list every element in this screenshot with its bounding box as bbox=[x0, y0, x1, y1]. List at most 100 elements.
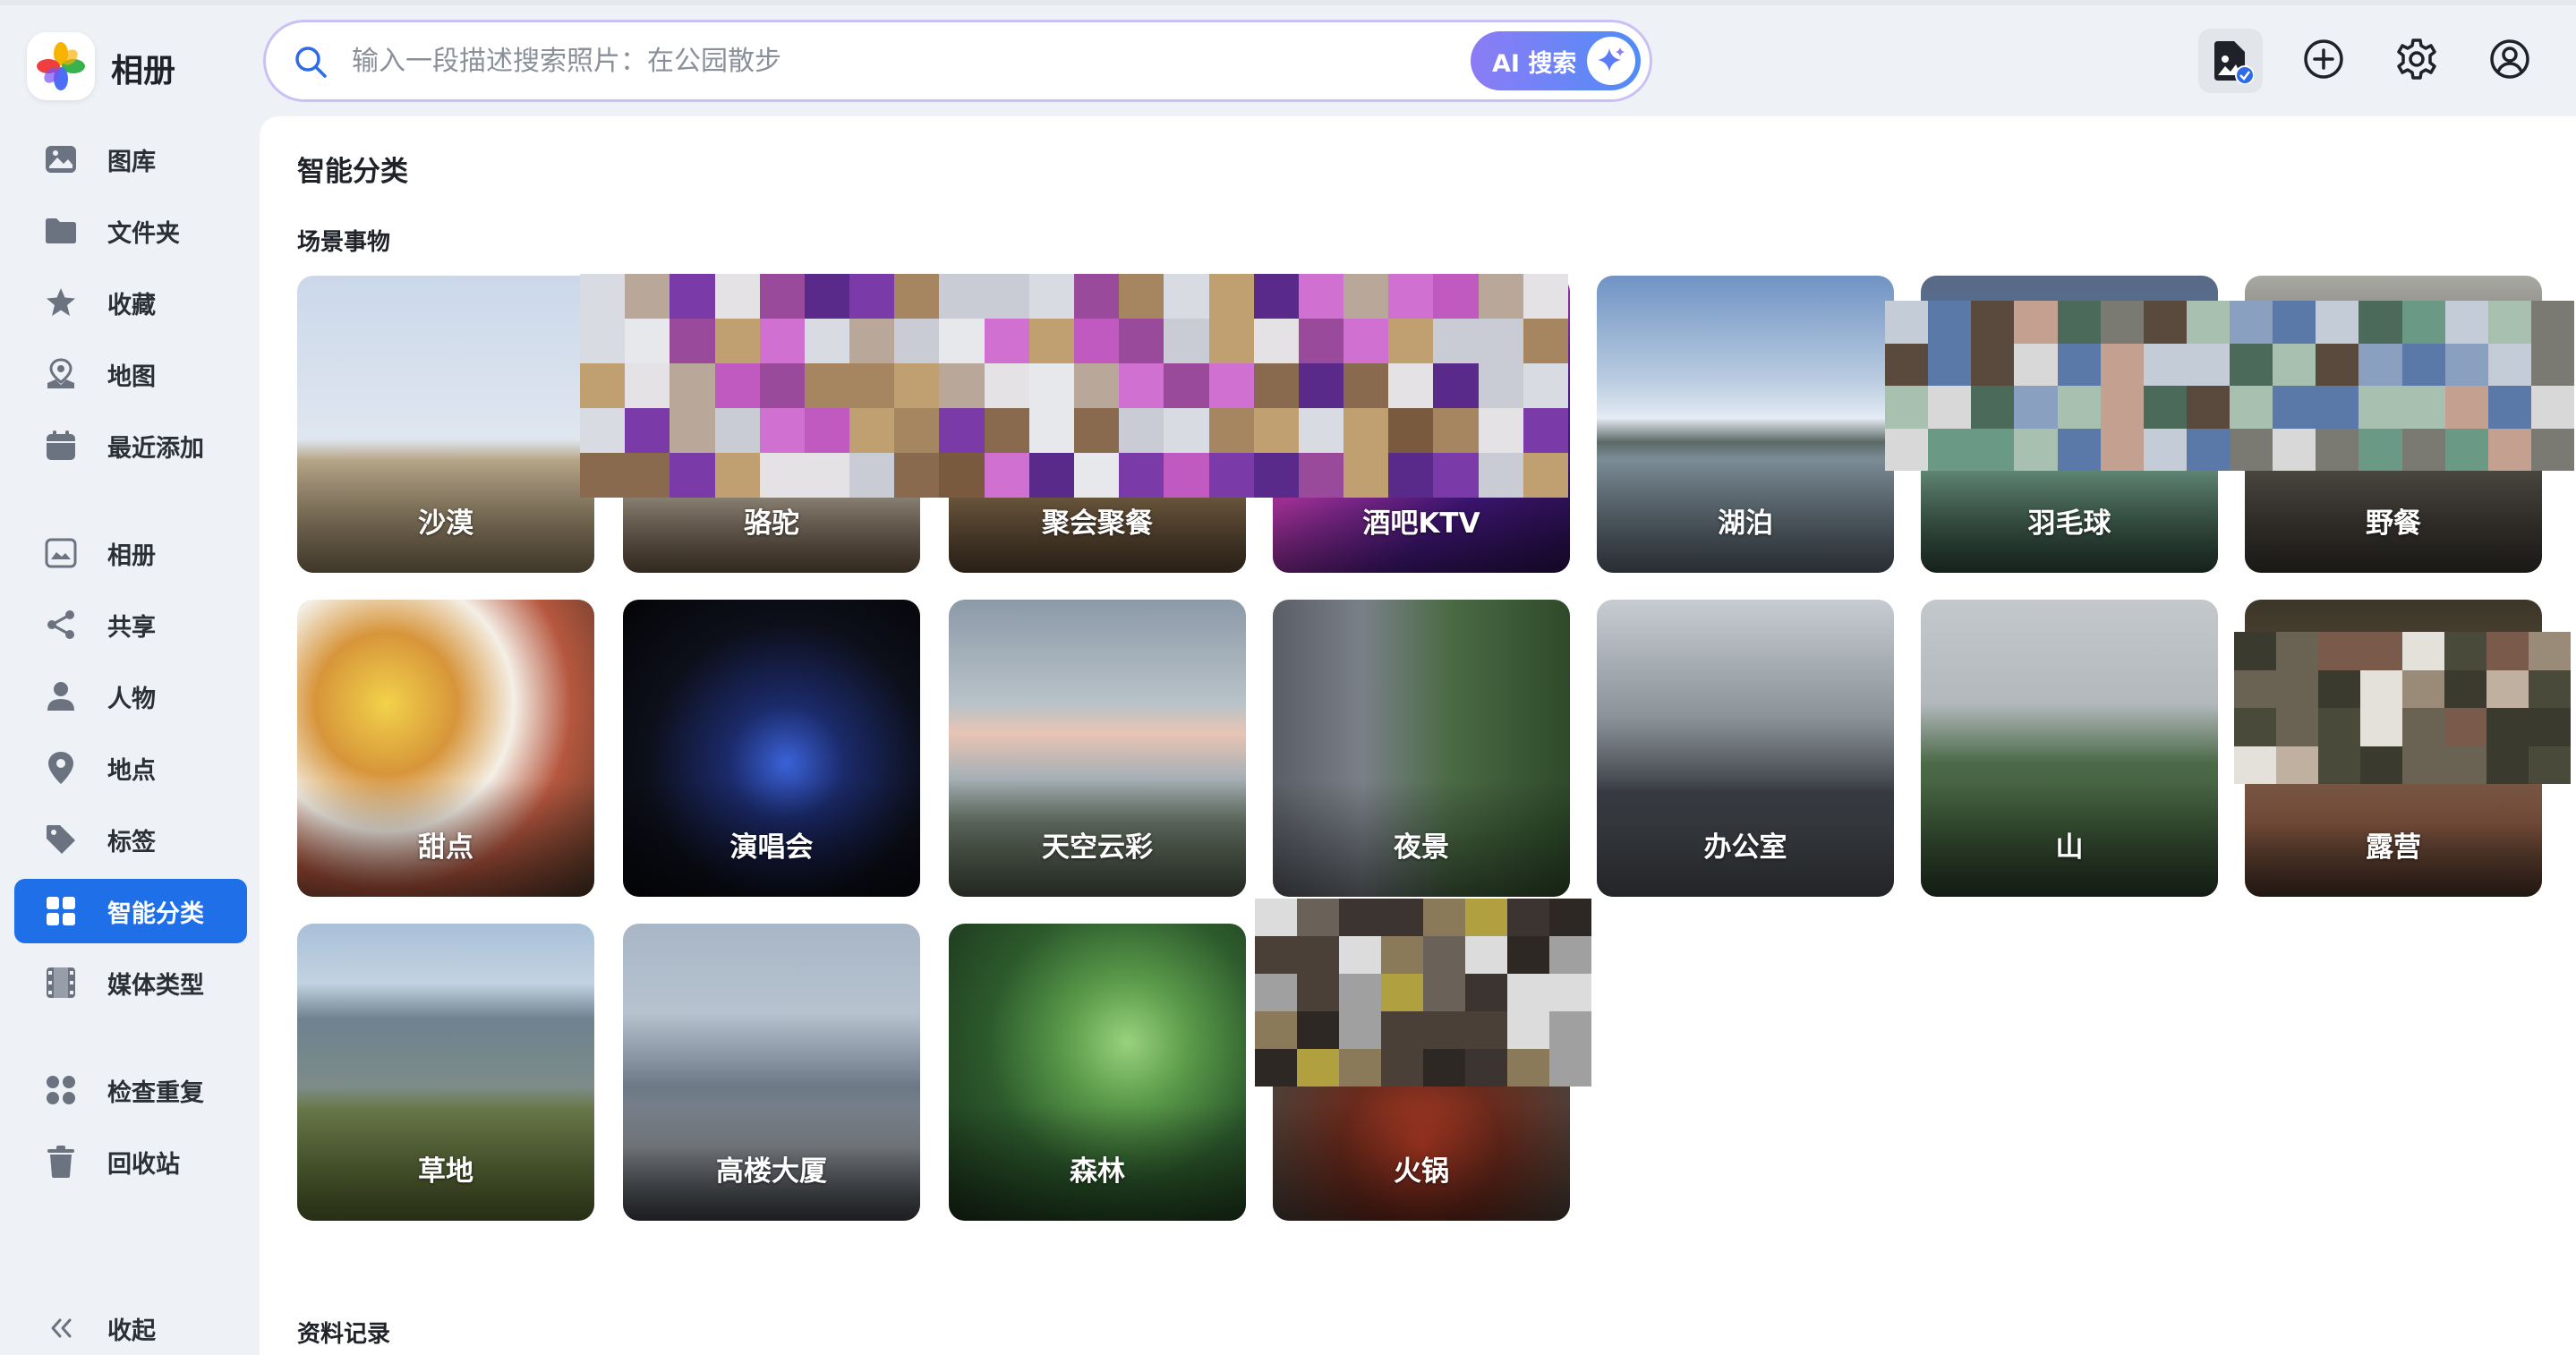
scene-tile-mountain[interactable]: 山 bbox=[1921, 600, 2218, 897]
sidebar-item-label: 智能分类 bbox=[107, 899, 204, 928]
mosaic-cell bbox=[1253, 408, 1299, 453]
scene-tile-forest[interactable]: 森林 bbox=[949, 924, 1246, 1221]
mosaic-cell bbox=[2316, 301, 2359, 344]
account-button[interactable] bbox=[2481, 32, 2538, 89]
mosaic-cell bbox=[804, 363, 850, 408]
mosaic-cell bbox=[2358, 428, 2402, 471]
mosaic-cell bbox=[1119, 363, 1164, 408]
mosaic-cell bbox=[1119, 319, 1164, 363]
sidebar-item-map[interactable]: 地图 bbox=[14, 342, 247, 406]
mosaic-cell bbox=[2186, 386, 2230, 429]
mosaic-cell bbox=[1971, 386, 2015, 429]
scene-label: 演唱会 bbox=[729, 831, 814, 864]
scene-tile-lake[interactable]: 湖泊 bbox=[1597, 276, 1894, 573]
mosaic-cell bbox=[1507, 899, 1549, 936]
mosaic-cell bbox=[1507, 1011, 1549, 1049]
sidebar-item-duplicates[interactable]: 检查重复 bbox=[14, 1058, 247, 1122]
mosaic-cell bbox=[1423, 899, 1465, 936]
mosaic-cell bbox=[1208, 319, 1254, 363]
mosaic-cell bbox=[2316, 428, 2359, 471]
mosaic-cell bbox=[1381, 936, 1423, 974]
sidebar-item-tags[interactable]: 标签 bbox=[14, 807, 247, 872]
sidebar-item-label: 人物 bbox=[107, 685, 156, 713]
mosaic-cell bbox=[1297, 1049, 1339, 1087]
mosaic-cell bbox=[1478, 453, 1523, 498]
mosaic-cell bbox=[1549, 1011, 1591, 1049]
mosaic-cell bbox=[1253, 363, 1299, 408]
scene-tile-office[interactable]: 办公室 bbox=[1597, 600, 1894, 897]
mosaic-cell bbox=[1074, 363, 1120, 408]
mosaic-cell bbox=[2530, 386, 2574, 429]
mosaic-cell bbox=[2318, 632, 2360, 670]
mosaic-cell bbox=[2100, 301, 2144, 344]
mosaic-cell bbox=[939, 363, 985, 408]
add-button[interactable] bbox=[2295, 32, 2352, 89]
mosaic-cell bbox=[580, 408, 626, 453]
sidebar-item-media-types[interactable]: 媒体类型 bbox=[14, 950, 247, 1015]
sidebar-item-people[interactable]: 人物 bbox=[14, 664, 247, 729]
ai-search-button[interactable]: AI 搜索 bbox=[1471, 31, 1641, 90]
film-icon bbox=[43, 965, 79, 1001]
sidebar-item-places[interactable]: 地点 bbox=[14, 736, 247, 800]
scene-label: 聚会聚餐 bbox=[1042, 507, 1153, 540]
sidebar-item-favorites[interactable]: 收藏 bbox=[14, 270, 247, 335]
scene-tile-dessert[interactable]: 甜点 bbox=[297, 600, 594, 897]
mosaic-cell bbox=[1928, 386, 1972, 429]
mosaic-cell bbox=[759, 408, 805, 453]
mosaic-cell bbox=[625, 408, 670, 453]
mosaic-cell bbox=[2234, 746, 2276, 784]
mosaic-cell bbox=[1507, 974, 1549, 1011]
mosaic-cell bbox=[2100, 428, 2144, 471]
sidebar-item-shared[interactable]: 共享 bbox=[14, 592, 247, 657]
sidebar-item-gallery[interactable]: 图库 bbox=[14, 127, 247, 192]
mosaic-cell bbox=[804, 319, 850, 363]
mosaic-cell bbox=[670, 453, 715, 498]
mosaic-cell bbox=[1549, 936, 1591, 974]
mosaic-cell bbox=[2444, 746, 2486, 784]
scene-label: 天空云彩 bbox=[1042, 831, 1153, 864]
scene-tile-high-rise[interactable]: 高楼大厦 bbox=[623, 924, 920, 1221]
mosaic-cell bbox=[1208, 363, 1254, 408]
scene-tile-grassland[interactable]: 草地 bbox=[297, 924, 594, 1221]
mosaic-cell bbox=[1074, 408, 1120, 453]
mosaic-cell bbox=[984, 319, 1029, 363]
mosaic-cell bbox=[984, 408, 1029, 453]
scene-tile-concert[interactable]: 演唱会 bbox=[623, 600, 920, 897]
mosaic-cell bbox=[1478, 363, 1523, 408]
mosaic-cell bbox=[1255, 899, 1297, 936]
scene-label: 办公室 bbox=[1703, 831, 1787, 864]
mosaic-cell bbox=[2401, 343, 2445, 386]
sidebar-item-albums[interactable]: 相册 bbox=[14, 521, 247, 585]
sidebar-item-folder[interactable]: 文件夹 bbox=[14, 199, 247, 263]
mosaic-cell bbox=[2273, 428, 2316, 471]
mosaic-cell bbox=[2100, 386, 2144, 429]
mosaic-cell bbox=[1164, 363, 1209, 408]
sidebar-item-recent[interactable]: 最近添加 bbox=[14, 413, 247, 478]
mosaic-cell bbox=[1119, 408, 1164, 453]
collapse-sidebar-button[interactable]: 收起 bbox=[14, 1296, 247, 1355]
mosaic-cell bbox=[2316, 343, 2359, 386]
mosaic-cell bbox=[2530, 343, 2574, 386]
mosaic-cell bbox=[1523, 274, 1568, 319]
mosaic-cell bbox=[1119, 453, 1164, 498]
sync-status-button[interactable] bbox=[2198, 29, 2263, 93]
search-bar: AI 搜索 bbox=[263, 20, 1652, 102]
settings-button[interactable] bbox=[2388, 32, 2445, 89]
sidebar-item-smart-categories[interactable]: 智能分类 bbox=[14, 879, 247, 943]
scene-label: 山 bbox=[2055, 831, 2084, 864]
section-title-scenes: 场景事物 bbox=[297, 229, 391, 256]
scene-label: 森林 bbox=[1070, 1155, 1125, 1188]
mosaic-cell bbox=[2401, 428, 2445, 471]
scene-tile-night-view[interactable]: 夜景 bbox=[1273, 600, 1570, 897]
mosaic-cell bbox=[2057, 386, 2101, 429]
scene-tile-desert[interactable]: 沙漠 bbox=[297, 276, 594, 573]
mosaic-cell bbox=[1381, 1011, 1423, 1049]
mosaic-cell bbox=[1074, 274, 1120, 319]
mosaic-cell bbox=[1549, 1049, 1591, 1087]
sidebar-item-trash[interactable]: 回收站 bbox=[14, 1129, 247, 1194]
sidebar-item-label: 标签 bbox=[107, 828, 156, 856]
scene-tile-sky-clouds[interactable]: 天空云彩 bbox=[949, 600, 1246, 897]
mosaic-cell bbox=[2486, 632, 2529, 670]
search-input[interactable] bbox=[352, 38, 1426, 83]
mosaic-cell bbox=[804, 408, 850, 453]
